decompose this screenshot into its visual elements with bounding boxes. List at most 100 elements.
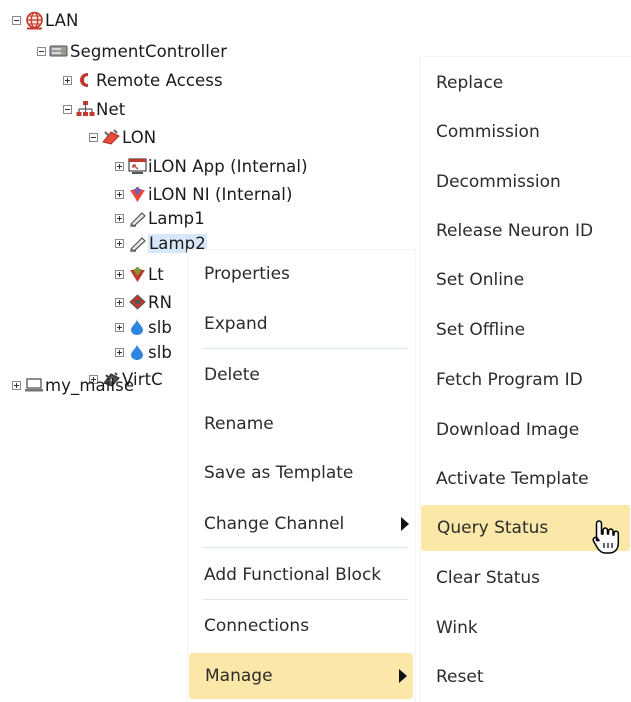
tree-node-label: my_mailse	[45, 375, 135, 395]
menu-item-expand[interactable]: Expand	[188, 301, 415, 347]
menu-item-label: Save as Template	[204, 463, 354, 483]
menu-item-rename[interactable]: Rename	[188, 401, 415, 447]
menu-item-label: Download Image	[436, 420, 580, 440]
menu-item-label: Delete	[204, 365, 260, 385]
expand-toggle[interactable]	[115, 238, 124, 248]
menu-item-release-neuron-id[interactable]: Release Neuron ID	[420, 208, 631, 254]
menu-item-label: Manage	[205, 666, 273, 686]
menu-item-delete[interactable]: Delete	[188, 352, 415, 398]
menu-item-add-functional-block[interactable]: Add Functional Block	[188, 552, 415, 598]
menu-item-save-as-template[interactable]: Save as Template	[188, 450, 415, 496]
phone-icon	[75, 70, 95, 90]
tree-node-label: Lamp1	[148, 208, 205, 228]
expand-toggle[interactable]	[12, 380, 21, 390]
collapse-toggle[interactable]	[37, 46, 46, 56]
tree-node-label: LAN	[45, 10, 79, 30]
expand-toggle[interactable]	[115, 161, 124, 171]
menu-item-download-image[interactable]: Download Image	[420, 407, 631, 453]
menu-item-label: Release Neuron ID	[436, 221, 594, 241]
expand-toggle[interactable]	[115, 269, 124, 279]
drop-icon	[127, 317, 147, 337]
menu-item-label: Wink	[436, 618, 478, 638]
menu-item-decommission[interactable]: Decommission	[420, 159, 631, 205]
tree-node-lon[interactable]: LON	[89, 126, 156, 148]
menu-item-label: Set Offline	[436, 320, 526, 340]
menu-item-label: Change Channel	[204, 514, 345, 534]
lamp-icon	[127, 208, 147, 228]
menu-item-label: Commission	[436, 122, 540, 142]
ni-icon	[127, 184, 147, 204]
tree-node-remote-access[interactable]: Remote Access	[63, 69, 223, 91]
menu-item-label: Decommission	[436, 172, 561, 192]
menu-item-set-online[interactable]: Set Online	[420, 257, 631, 303]
ni-icon	[127, 264, 147, 284]
router-icon	[127, 292, 147, 312]
collapse-toggle[interactable]	[63, 104, 72, 114]
menu-item-label: Set Online	[436, 270, 525, 290]
tree-node-label: iLON App (Internal)	[148, 156, 308, 176]
menu-item-commission[interactable]: Commission	[420, 109, 631, 155]
expand-toggle[interactable]	[115, 322, 124, 332]
tree-node-segmentcontroller[interactable]: SegmentController	[37, 40, 227, 62]
menu-item-replace[interactable]: Replace	[420, 60, 631, 106]
lamp-icon	[127, 233, 147, 253]
globe-icon	[24, 10, 44, 30]
tree-node-label: slb	[148, 342, 172, 362]
tree-node-label: RN	[148, 292, 173, 312]
tree-node-lan[interactable]: LAN	[12, 9, 79, 31]
tree-node-label: iLON NI (Internal)	[148, 184, 293, 204]
tree-node-slb-1[interactable]: slb	[115, 316, 172, 338]
menu-separator	[202, 348, 408, 349]
menu-item-label: Activate Template	[436, 469, 589, 489]
tree-node-my-mailse[interactable]: my_mailse	[12, 374, 134, 396]
tree-node-label: Remote Access	[96, 70, 223, 90]
controller-icon	[49, 41, 69, 61]
menu-item-fetch-program-id[interactable]: Fetch Program ID	[420, 357, 631, 403]
expand-toggle[interactable]	[115, 189, 124, 199]
hand-pointer-icon	[591, 519, 621, 559]
tree-node-rn[interactable]: RN	[115, 291, 172, 313]
tree-node-lt[interactable]: Lt	[115, 263, 164, 285]
laptop-icon	[24, 375, 44, 395]
menu-item-label: Fetch Program ID	[436, 370, 583, 390]
expand-toggle[interactable]	[115, 213, 124, 223]
menu-item-reset[interactable]: Reset	[420, 654, 631, 700]
drop-icon	[127, 342, 147, 362]
menu-item-set-offline[interactable]: Set Offline	[420, 307, 631, 353]
expand-toggle[interactable]	[115, 297, 124, 307]
tree-node-label: LON	[122, 127, 157, 147]
menu-item-label: Reset	[436, 667, 484, 687]
menu-separator	[202, 599, 408, 600]
collapse-toggle[interactable]	[89, 132, 98, 142]
manage-submenu: Replace Commission Decommission Release …	[420, 57, 631, 702]
expand-toggle[interactable]	[63, 75, 72, 85]
tree-node-label: Lt	[148, 264, 164, 284]
menu-item-activate-template[interactable]: Activate Template	[420, 456, 631, 502]
device-tree-with-context-menu: LAN SegmentController Remote Access Net	[0, 0, 631, 702]
menu-item-manage[interactable]: Manage	[189, 653, 413, 699]
menu-item-label: Replace	[436, 73, 504, 93]
tree-node-label: Net	[96, 99, 126, 119]
tree-node-net[interactable]: Net	[63, 98, 125, 120]
menu-item-change-channel[interactable]: Change Channel	[188, 501, 415, 547]
menu-item-label: Expand	[204, 314, 268, 334]
menu-item-clear-status[interactable]: Clear Status	[420, 555, 631, 601]
collapse-toggle[interactable]	[12, 15, 21, 25]
menu-item-label: Rename	[204, 414, 274, 434]
menu-item-label: Clear Status	[436, 568, 541, 588]
menu-item-properties[interactable]: Properties	[188, 251, 415, 297]
submenu-arrow-icon	[399, 669, 407, 683]
tree-node-ilon-app[interactable]: iLON App (Internal)	[115, 155, 308, 177]
tree-node-slb-2[interactable]: slb	[115, 341, 172, 363]
menu-separator	[202, 547, 408, 548]
menu-item-wink[interactable]: Wink	[420, 605, 631, 651]
submenu-arrow-icon	[401, 517, 409, 531]
tree-node-lamp1[interactable]: Lamp1	[115, 207, 205, 229]
expand-toggle[interactable]	[115, 347, 124, 357]
tree-node-label: SegmentController	[70, 41, 228, 61]
menu-item-connections[interactable]: Connections	[188, 603, 415, 649]
tree-node-ilon-ni[interactable]: iLON NI (Internal)	[115, 183, 292, 205]
menu-item-label: Connections	[204, 616, 310, 636]
context-menu: Properties Expand Delete Rename Save as …	[188, 250, 415, 702]
menu-item-label: Add Functional Block	[204, 565, 382, 585]
